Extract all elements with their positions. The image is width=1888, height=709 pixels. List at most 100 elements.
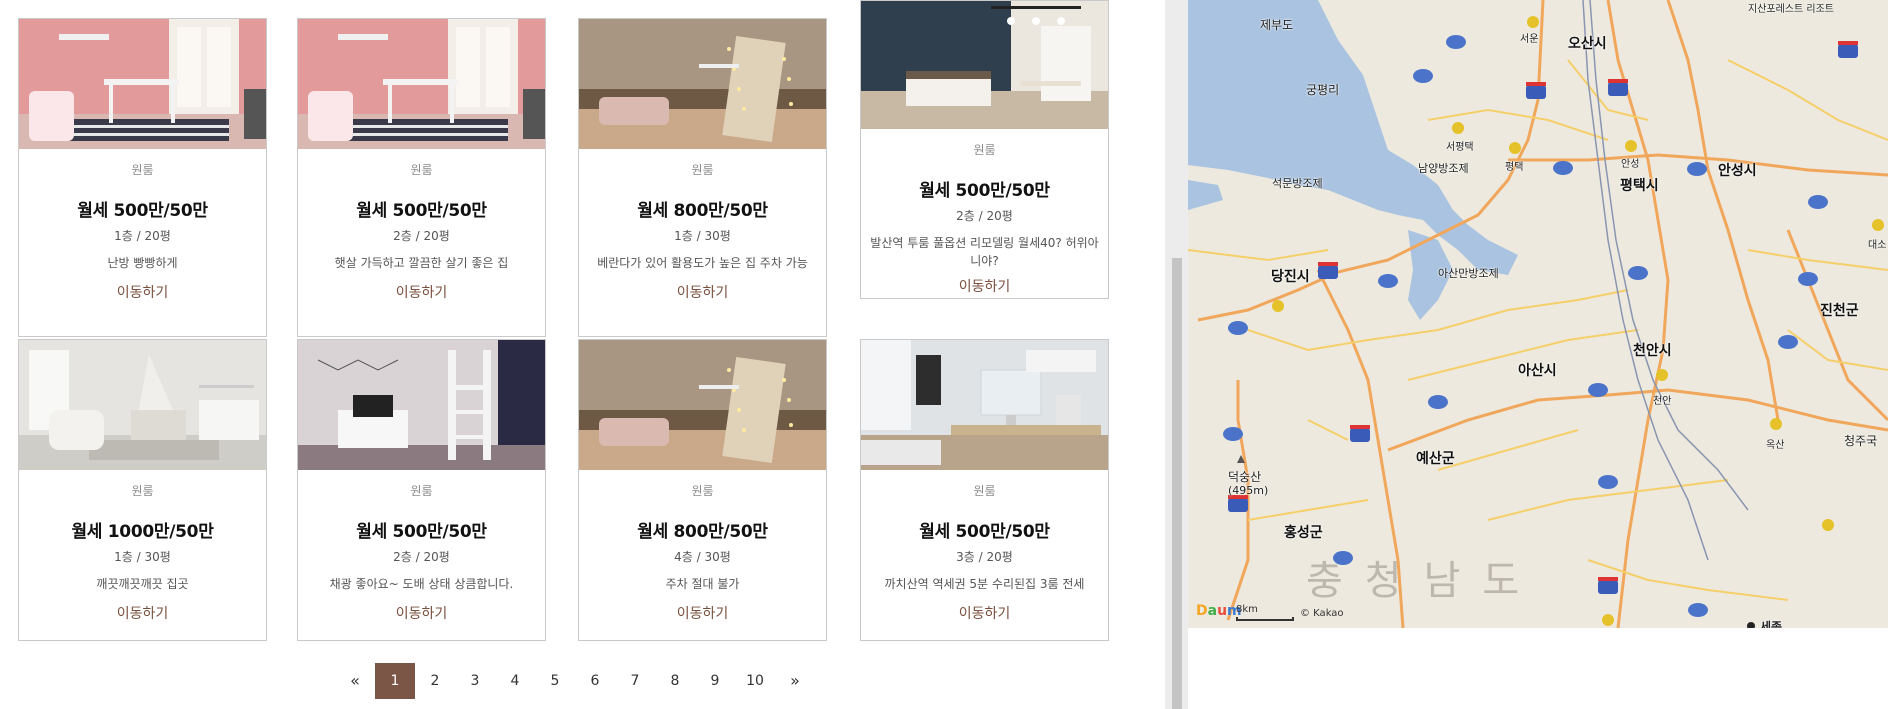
description: 발산역 투룸 풀옵션 리모델링 월세40? 허위아니야?	[870, 236, 1099, 268]
go-link[interactable]: 이동하기	[579, 282, 826, 302]
room-type: 원룸	[131, 163, 154, 177]
go-link[interactable]: 이동하기	[19, 282, 266, 302]
listing-card[interactable]: 원룸 월세 1000만/50만 1층 / 30평 깨끗깨끗깨끗 집곳 이동하기	[18, 339, 267, 641]
description: 채광 좋아요~ 도배 상태 상큼합니다.	[329, 577, 514, 591]
map-label: 아산만방조제	[1438, 267, 1499, 280]
price: 월세 500만/50만	[356, 522, 487, 542]
floor-area: 2층 / 20평	[393, 229, 450, 243]
map-label: 평택	[1505, 162, 1524, 173]
listing-card[interactable]: 원룸 월세 500만/50만 2층 / 20평 발산역 투룸 풀옵션 리모델링 …	[860, 0, 1109, 299]
map-label: 대소	[1868, 240, 1887, 251]
room-type: 원룸	[131, 484, 154, 498]
description: 깨끗깨끗깨끗 집곳	[96, 577, 189, 591]
map-label: 덕숭산	[1228, 470, 1262, 484]
listing-panel: 원룸 월세 500만/50만 1층 / 20평 난방 빵빵하게 이동하기 원룸 …	[0, 0, 1165, 709]
floor-area: 1층 / 30평	[114, 550, 171, 564]
map-label: 궁평리	[1306, 83, 1340, 97]
room-photo	[861, 1, 1108, 129]
prev-page-button[interactable]: «	[335, 663, 375, 699]
room-photo	[19, 19, 266, 149]
room-type: 원룸	[973, 143, 996, 157]
price: 월세 500만/50만	[919, 181, 1050, 201]
map-label: 오산시	[1568, 36, 1607, 52]
go-link[interactable]: 이동하기	[579, 603, 826, 623]
map-label: (495m)	[1228, 484, 1269, 497]
map-label: 석문방조제	[1272, 177, 1323, 190]
room-photo	[861, 340, 1108, 470]
map-label: 청주국	[1844, 434, 1878, 448]
map-label: 진천군	[1820, 303, 1859, 319]
map-label: 안성	[1621, 159, 1640, 170]
listing-card[interactable]: 원룸 월세 500만/50만 3층 / 20평 까치산역 역세권 5분 수리된집…	[860, 339, 1109, 641]
price: 월세 500만/50만	[77, 201, 208, 221]
go-link[interactable]: 이동하기	[19, 603, 266, 623]
map-label: 당진시	[1271, 269, 1310, 285]
map-region-label: 충청남도	[1306, 558, 1542, 604]
price: 월세 1000만/50만	[71, 522, 214, 542]
map-copyright: © Kakao	[1300, 608, 1344, 619]
map-label: 서운	[1520, 34, 1539, 45]
listing-card[interactable]: 원룸 월세 800만/50만 4층 / 30평 주차 절대 불가 이동하기	[578, 339, 827, 641]
map-scale-label: 8km	[1236, 604, 1258, 615]
page-2-button[interactable]: 2	[415, 663, 455, 699]
room-photo	[298, 19, 545, 149]
go-link[interactable]: 이동하기	[861, 603, 1108, 623]
page-10-button[interactable]: 10	[735, 663, 775, 699]
floor-area: 1층 / 30평	[674, 229, 731, 243]
map-label: 예산군	[1416, 451, 1455, 467]
map-label: 옥산	[1766, 440, 1785, 451]
map-label: 세종	[1760, 620, 1783, 628]
description: 난방 빵빵하게	[107, 256, 178, 270]
floor-area: 3층 / 20평	[956, 550, 1013, 564]
page-6-button[interactable]: 6	[575, 663, 615, 699]
pagination: « 1 2 3 4 5 6 7 8 9 10 »	[335, 663, 815, 699]
go-link[interactable]: 이동하기	[298, 282, 545, 302]
listing-card[interactable]: 원룸 월세 500만/50만 2층 / 20평 채광 좋아요~ 도배 상태 상큼…	[297, 339, 546, 641]
room-photo	[579, 19, 826, 149]
room-type: 원룸	[691, 484, 714, 498]
page-9-button[interactable]: 9	[695, 663, 735, 699]
map-label: 천안시	[1633, 343, 1672, 359]
price: 월세 500만/50만	[356, 201, 487, 221]
page-5-button[interactable]: 5	[535, 663, 575, 699]
map-label: 안성시	[1718, 163, 1757, 179]
listing-card[interactable]: 원룸 월세 500만/50만 1층 / 20평 난방 빵빵하게 이동하기	[18, 18, 267, 337]
floor-area: 4층 / 30평	[674, 550, 731, 564]
map-scale-bar	[1236, 617, 1294, 621]
description: 베란다가 있어 활용도가 높은 집 주차 가능	[597, 256, 808, 270]
page-3-button[interactable]: 3	[455, 663, 495, 699]
room-photo	[579, 340, 826, 470]
description: 까치산역 역세권 5분 수리된집 3룸 전세	[884, 577, 1085, 591]
go-link[interactable]: 이동하기	[298, 603, 545, 623]
listing-card[interactable]: 원룸 월세 800만/50만 1층 / 30평 베란다가 있어 활용도가 높은 …	[578, 18, 827, 337]
map-label: 남양방조제	[1418, 162, 1469, 175]
go-link[interactable]: 이동하기	[861, 276, 1108, 296]
map-label: 아산시	[1518, 363, 1557, 379]
daum-logo: Daum	[1196, 603, 1242, 619]
map-label: 지산포레스트 리조트	[1748, 4, 1834, 15]
price: 월세 800만/50만	[637, 201, 768, 221]
floor-area: 2층 / 20평	[393, 550, 450, 564]
description: 햇살 가득하고 깔끔한 살기 좋은 집	[334, 256, 509, 270]
room-type: 원룸	[691, 163, 714, 177]
map-label: 제부도	[1260, 18, 1294, 32]
page-8-button[interactable]: 8	[655, 663, 695, 699]
price: 월세 800만/50만	[637, 522, 768, 542]
scrollbar-thumb[interactable]	[1172, 258, 1182, 709]
room-type: 원룸	[410, 163, 433, 177]
map-view[interactable]: 제부도 궁평리 오산시 서운 안성시 평택시 서평택 평택 안성 남양방조제 석…	[1188, 0, 1888, 628]
page-4-button[interactable]: 4	[495, 663, 535, 699]
page-7-button[interactable]: 7	[615, 663, 655, 699]
room-type: 원룸	[973, 484, 996, 498]
room-photo	[19, 340, 266, 470]
map-label: 천안	[1653, 396, 1672, 407]
page-1-button[interactable]: 1	[375, 663, 415, 699]
price: 월세 500만/50만	[919, 522, 1050, 542]
listing-card[interactable]: 원룸 월세 500만/50만 2층 / 20평 햇살 가득하고 깔끔한 살기 좋…	[297, 18, 546, 337]
floor-area: 2층 / 20평	[956, 209, 1013, 223]
floor-area: 1층 / 20평	[114, 229, 171, 243]
next-page-button[interactable]: »	[775, 663, 815, 699]
room-photo	[298, 340, 545, 470]
room-type: 원룸	[410, 484, 433, 498]
map-label: 서평택	[1446, 142, 1474, 153]
